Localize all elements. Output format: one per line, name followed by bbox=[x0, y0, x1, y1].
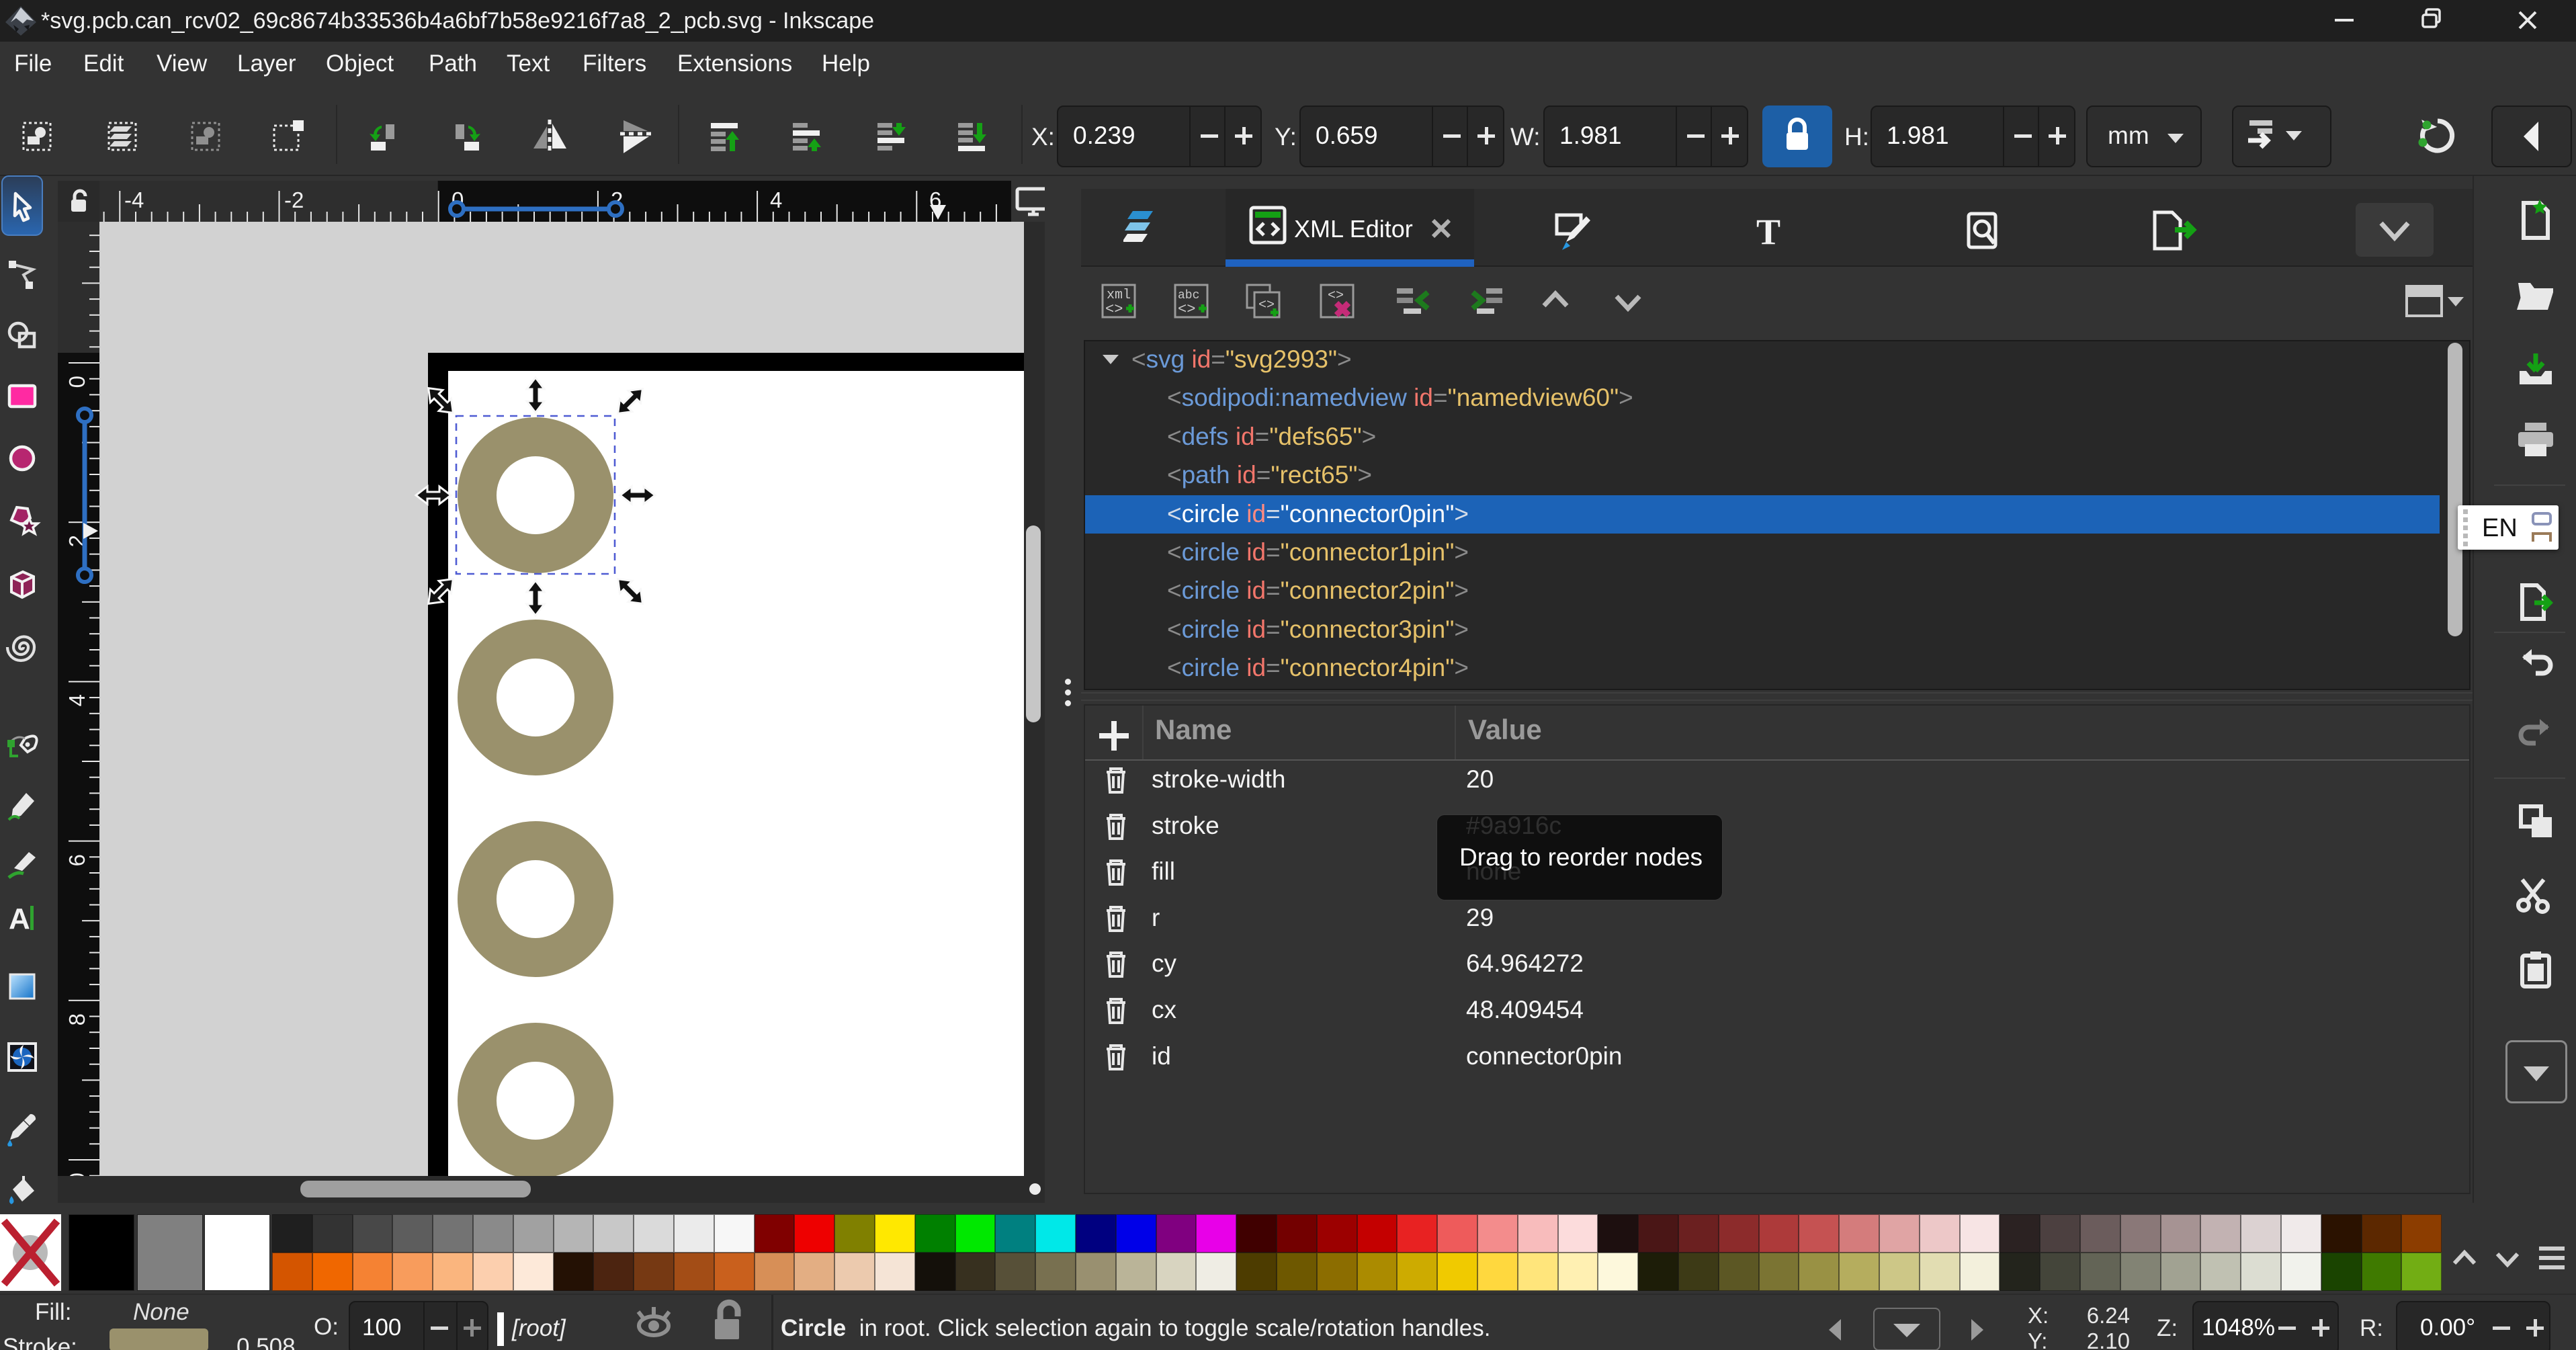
svg-text:A: A bbox=[9, 902, 30, 935]
svg-text:<>: <> bbox=[1105, 301, 1123, 318]
svg-text:0: 0 bbox=[65, 376, 89, 388]
svg-text:-4: -4 bbox=[124, 187, 144, 212]
svg-text:-2: -2 bbox=[284, 187, 304, 212]
svg-text:<>: <> bbox=[1328, 288, 1344, 304]
svg-text:8: 8 bbox=[65, 1013, 89, 1025]
svg-text:<>: <> bbox=[1178, 301, 1195, 318]
svg-text:4: 4 bbox=[770, 187, 782, 212]
svg-text:4: 4 bbox=[65, 694, 89, 706]
svg-text:abc: abc bbox=[1178, 289, 1199, 302]
svg-text:6: 6 bbox=[65, 854, 89, 866]
